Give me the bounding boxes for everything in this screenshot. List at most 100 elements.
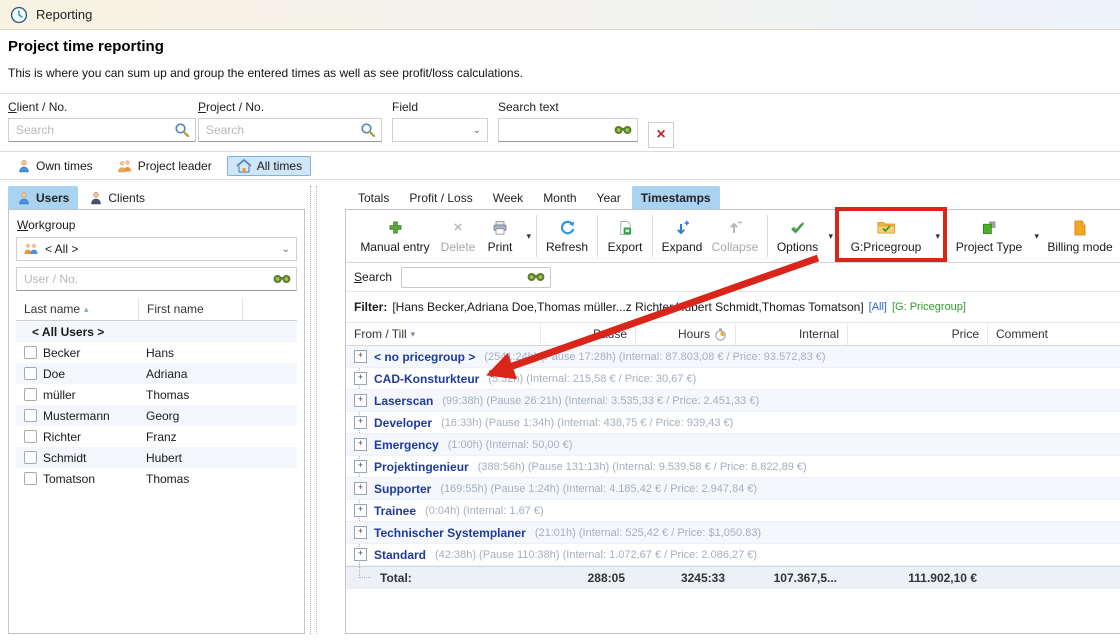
expand-box-icon[interactable]: + xyxy=(354,504,367,517)
group-row[interactable]: + CAD-Konsturkteur (5:32h) (Internal: 21… xyxy=(346,368,1120,390)
expand-box-icon[interactable]: + xyxy=(354,482,367,495)
search-text-label: Search text xyxy=(498,100,638,114)
user-row[interactable]: Becker Hans xyxy=(16,342,297,363)
search-text-field[interactable] xyxy=(504,122,614,138)
project-search-field[interactable] xyxy=(204,122,360,138)
group-row[interactable]: + Standard (42:38h) (Pause 110:38h) (Int… xyxy=(346,544,1120,566)
binoculars-icon xyxy=(273,273,291,285)
tab-year[interactable]: Year xyxy=(588,186,630,209)
col-internal[interactable]: Internal xyxy=(735,323,847,345)
user-checkbox[interactable] xyxy=(24,346,37,359)
user-row[interactable]: Doe Adriana xyxy=(16,363,297,384)
user-checkbox[interactable] xyxy=(24,367,37,380)
clear-filter-button[interactable]: × xyxy=(648,122,674,148)
total-price: 111.902,10 € xyxy=(847,571,987,585)
total-hours: 3245:33 xyxy=(635,571,735,585)
expand-box-icon[interactable]: + xyxy=(354,372,367,385)
expand-button[interactable]: Expand xyxy=(658,213,706,259)
user-checkbox[interactable] xyxy=(24,409,37,422)
magnifier-icon[interactable] xyxy=(174,122,190,138)
total-pause: 288:05 xyxy=(540,571,635,585)
collapse-button[interactable]: Collapse xyxy=(708,213,762,259)
group-row[interactable]: + Supporter (169:55h) (Pause 1:24h) (Int… xyxy=(346,478,1120,500)
dropdown-arrow-icon[interactable]: ▾ xyxy=(1034,231,1039,242)
total-internal: 107.367,5... xyxy=(735,571,847,585)
col-comment[interactable]: Comment xyxy=(987,323,1120,345)
all-times-button[interactable]: All times xyxy=(227,156,311,176)
tab-totals[interactable]: Totals xyxy=(349,186,398,209)
tab-week[interactable]: Week xyxy=(484,186,532,209)
project-type-button[interactable]: Project Type ▾ xyxy=(951,213,1039,259)
delete-button[interactable]: × Delete xyxy=(439,213,477,259)
table-search-field[interactable] xyxy=(407,269,527,285)
col-price[interactable]: Price xyxy=(847,323,987,345)
field-dropdown[interactable]: ⌄ xyxy=(392,118,488,142)
pricegroup-button[interactable]: G:Pricegroup ▾ xyxy=(844,213,940,259)
col-hours[interactable]: Hours xyxy=(635,323,735,345)
expand-box-icon[interactable]: + xyxy=(354,460,367,473)
tab-month[interactable]: Month xyxy=(534,186,585,209)
dropdown-arrow-icon[interactable]: ▾ xyxy=(828,231,833,242)
user-row[interactable]: Richter Franz xyxy=(16,426,297,447)
dropdown-arrow-icon[interactable]: ▾ xyxy=(935,231,940,242)
user-checkbox[interactable] xyxy=(24,430,37,443)
group-row[interactable]: + Trainee (0:04h) (Internal: 1,67 €) xyxy=(346,500,1120,522)
workgroup-dropdown[interactable]: < All > ⌄ xyxy=(16,237,297,261)
print-button[interactable]: Print ▾ xyxy=(479,213,531,259)
col-pause[interactable]: Pause xyxy=(540,323,635,345)
table-search-row: Search xyxy=(346,263,1120,292)
expand-box-icon[interactable]: + xyxy=(354,438,367,451)
user-checkbox[interactable] xyxy=(24,451,37,464)
panel-splitter[interactable] xyxy=(310,186,317,634)
group-row[interactable]: + Laserscan (99:38h) (Pause 26:21h) (Int… xyxy=(346,390,1120,412)
project-leader-button[interactable]: Project leader xyxy=(108,156,221,176)
project-search-input[interactable] xyxy=(198,118,382,142)
tab-users[interactable]: Users xyxy=(8,186,78,209)
user-row[interactable]: Mustermann Georg xyxy=(16,405,297,426)
delete-x-icon: × xyxy=(454,219,463,237)
billing-mode-button[interactable]: Billing mode ▾ xyxy=(1041,213,1120,259)
expand-box-icon[interactable]: + xyxy=(354,350,367,363)
manual-entry-button[interactable]: Manual entry xyxy=(353,213,437,259)
expand-box-icon[interactable]: + xyxy=(354,416,367,429)
magnifier-icon[interactable] xyxy=(360,122,376,138)
client-search-field[interactable] xyxy=(14,122,174,138)
tab-timestamps[interactable]: Timestamps xyxy=(632,186,720,209)
user-search-field[interactable] xyxy=(22,271,273,287)
table-search-input[interactable] xyxy=(401,267,551,288)
group-row[interactable]: + Technischer Systemplaner (21:01h) (Int… xyxy=(346,522,1120,544)
users-panel: Workgroup < All > ⌄ Last name ▴ First na… xyxy=(8,209,305,634)
export-button[interactable]: Export xyxy=(603,213,647,259)
expand-box-icon[interactable]: + xyxy=(354,394,367,407)
dropdown-arrow-icon[interactable]: ▾ xyxy=(526,231,531,242)
refresh-button[interactable]: Refresh xyxy=(542,213,592,259)
expand-box-icon[interactable]: + xyxy=(354,548,367,561)
user-table-header: Last name ▴ First name xyxy=(16,298,297,321)
user-checkbox[interactable] xyxy=(24,388,37,401)
search-text-input[interactable] xyxy=(498,118,638,142)
options-button[interactable]: Options ▾ xyxy=(773,213,833,259)
filter-group-tag: [G: Pricegroup] xyxy=(892,301,966,313)
col-first-name[interactable]: First name xyxy=(138,298,242,320)
client-search-input[interactable] xyxy=(8,118,196,142)
group-row[interactable]: + < no pricegroup > (2541:24h) (Pause 17… xyxy=(346,346,1120,368)
group-row[interactable]: + Projektingenieur (388:56h) (Pause 131:… xyxy=(346,456,1120,478)
user-row[interactable]: Tomatson Thomas xyxy=(16,468,297,489)
red-x-icon: × xyxy=(656,126,665,144)
user-row[interactable]: Schmidt Hubert xyxy=(16,447,297,468)
all-users-row[interactable]: < All Users > xyxy=(16,321,297,342)
sort-desc-icon: ▾ xyxy=(411,329,416,340)
col-last-name[interactable]: Last name ▴ xyxy=(16,298,138,320)
blocks-icon xyxy=(982,219,997,237)
toolbar-separator xyxy=(652,215,653,257)
user-row[interactable]: müller Thomas xyxy=(16,384,297,405)
group-row[interactable]: + Developer (16:33h) (Pause 1:34h) (Inte… xyxy=(346,412,1120,434)
user-checkbox[interactable] xyxy=(24,472,37,485)
col-from-till[interactable]: From / Till ▾ xyxy=(346,323,540,345)
tab-clients[interactable]: Clients xyxy=(80,186,154,209)
user-search-input[interactable] xyxy=(16,267,297,291)
own-times-button[interactable]: Own times xyxy=(8,156,102,176)
expand-box-icon[interactable]: + xyxy=(354,526,367,539)
tab-profit-loss[interactable]: Profit / Loss xyxy=(400,186,481,209)
group-row[interactable]: + Emergency (1:00h) (Internal: 50,00 €) xyxy=(346,434,1120,456)
